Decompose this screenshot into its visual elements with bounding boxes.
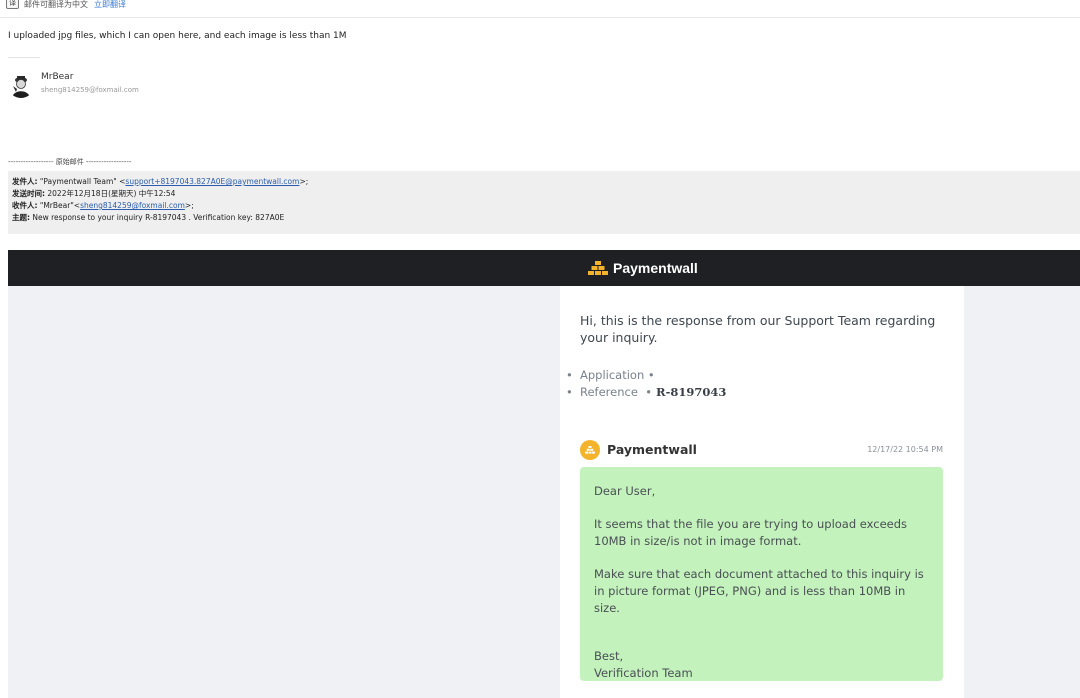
signature-divider [8,57,40,58]
paymentwall-brand: Paymentwall [613,260,698,276]
translate-prompt: 邮件可翻译为中文 [24,0,88,9]
from-tail: >; [299,177,309,186]
paymentwall-header-bar: Paymentwall [8,250,1080,286]
message-paragraph-2: Make sure that each document attached to… [594,567,924,615]
original-mail-separator: ------------------ 原始邮件 ----------------… [8,158,132,166]
message-bubble: Dear User, It seems that the file you ar… [580,467,943,681]
bear-avatar-icon [8,72,34,98]
paymentwall-avatar [580,440,600,460]
gold-bars-icon [585,446,595,454]
translate-now-link[interactable]: 立即翻译 [94,0,126,10]
message-header: Paymentwall 12/17/22 10:54 PM [580,439,943,461]
subject-line: 主题: New response to your inquiry R-81970… [12,212,1080,224]
message-closing: Best, [594,649,624,663]
message-timestamp: 12/17/22 10:54 PM [867,445,943,454]
signature-email[interactable]: sheng814259@foxmail.com [41,86,139,94]
from-line: 发件人: "Paymentwall Team" <support+8197043… [12,176,1080,188]
meta-application-label: Application [580,368,645,382]
to-line: 收件人: "MrBear"<sheng814259@foxmail.com>; [12,200,1080,212]
avatar [8,72,34,98]
bullet-icon: • [566,385,573,399]
message-paragraph-1: It seems that the file you are trying to… [594,517,908,548]
gold-bars-icon [588,261,608,275]
message-team: Verification Team [594,666,693,680]
signature-name: MrBear [41,72,74,82]
subject-label: 主题: [12,213,30,222]
meta-reference-label: Reference [580,385,638,399]
to-label: 收件人: [12,201,38,210]
date-line: 发送时间: 2022年12月18日(星期天) 中午12:54 [12,188,1080,200]
date-value: 2022年12月18日(星期天) 中午12:54 [47,189,176,198]
message-sender: Paymentwall [607,442,697,457]
original-mail-header: 发件人: "Paymentwall Team" <support+8197043… [8,171,1080,234]
from-label: 发件人: [12,177,38,186]
date-label: 发送时间: [12,189,45,198]
meta-reference-value: R-8197043 [656,385,727,399]
message-salutation: Dear User, [594,484,656,498]
to-tail: >; [184,201,194,210]
to-email-link[interactable]: sheng814259@foxmail.com [80,201,185,210]
from-name: "Paymentwall Team" < [39,177,126,186]
reply-body: I uploaded jpg files, which I can open h… [8,31,347,41]
to-name: "MrBear"< [39,201,81,210]
subject-value: New response to your inquiry R-8197043 .… [32,213,285,222]
translate-icon[interactable]: 译 [6,0,19,9]
paymentwall-card: Hi, this is the response from our Suppor… [560,286,964,698]
bullet-icon: • [566,368,573,382]
paymentwall-logo[interactable]: Paymentwall [588,258,698,278]
greeting-text: Hi, this is the response from our Suppor… [580,313,936,345]
from-email-link[interactable]: support+8197043.827A0E@paymentwall.com [125,177,299,186]
translate-bar: 译 邮件可翻译为中文 立即翻译 [0,0,1080,18]
